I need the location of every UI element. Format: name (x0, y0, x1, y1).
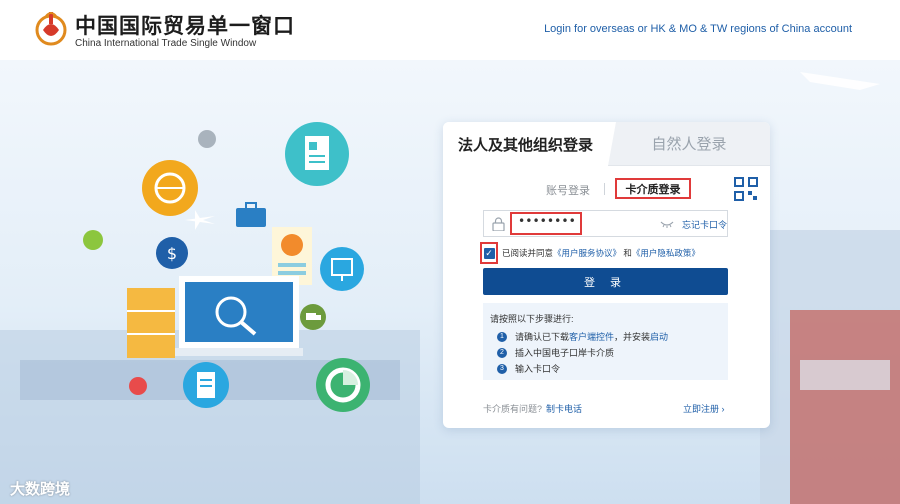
step-number: 1 (497, 331, 507, 342)
svg-text:$: $ (167, 244, 177, 263)
briefcase-icon (236, 202, 266, 227)
brand-subtitle: China International Trade Single Window (75, 38, 257, 49)
agreement-row: ✓ 已阅读并同意《用户服务协议》 和《用户隐私政策》 (480, 242, 740, 264)
register-link[interactable]: 立即注册 › (683, 402, 725, 415)
dollar-icon: $ (156, 237, 188, 269)
step-number: 3 (497, 363, 507, 374)
steps-title: 请按照以下步骤进行: (490, 314, 574, 324)
top-bar: 中国国际贸易单一窗口 China International Trade Sin… (0, 0, 900, 60)
donut-chart-icon (316, 358, 370, 412)
start-link[interactable]: 启动 (650, 330, 668, 343)
step-2: 2 插入中国电子口岸卡介质 (497, 346, 614, 359)
card-problem-text: 卡介质有问题? (483, 404, 543, 414)
laptop-map-icon (175, 276, 303, 356)
login-button[interactable]: 登 录 (483, 268, 728, 295)
login-card: 法人及其他组织登录 自然人登录 账号登录 卡介质登录 •••••••• 忘记卡口… (443, 122, 770, 428)
card-footer: 卡介质有问题? 制卡电话 立即注册 › (443, 401, 770, 417)
airplane-icon (185, 210, 215, 230)
privacy-policy-link[interactable]: 《用户隐私政策》 (632, 248, 700, 258)
card-phone-link[interactable]: 制卡电话 (546, 402, 582, 415)
step-3: 3 输入卡口令 (497, 362, 560, 375)
service-agreement-link[interactable]: 《用户服务协议》 (553, 248, 621, 258)
overseas-login-link[interactable]: Login for overseas or HK & MO & TW regio… (544, 23, 852, 35)
step-text: 请确认已下载 (515, 332, 570, 342)
lock-icon (492, 217, 505, 231)
login-steps-panel: 请按照以下步骤进行: 1 请确认已下载 客户端控件 ，并安装 启动 2 插入中国电子口… (483, 303, 728, 380)
method-divider (604, 183, 605, 195)
card-password-input[interactable]: •••••••• (510, 212, 582, 235)
agreement-and: 和 (623, 248, 632, 258)
agreement-text: 已阅读并同意《用户服务协议》 和《用户隐私政策》 (502, 247, 700, 259)
watermark: 大数跨境 (10, 481, 71, 498)
eye-closed-icon[interactable] (660, 220, 674, 228)
step-text: 输入卡口令 (515, 364, 561, 374)
forgot-password-link[interactable]: 忘记卡口令 (682, 218, 727, 231)
logo-icon (35, 12, 67, 46)
agreement-prefix: 已阅读并同意 (502, 248, 554, 258)
login-tabs: 法人及其他组织登录 自然人登录 (443, 122, 770, 166)
step-number: 2 (497, 347, 507, 358)
boxes-icon (127, 288, 175, 358)
client-control-link[interactable]: 客户端控件 (569, 330, 614, 343)
tab-individual-login[interactable]: 自然人登录 (608, 122, 770, 166)
presentation-icon (320, 247, 364, 291)
step-text: 插入中国电子口岸卡介质 (515, 348, 615, 358)
step-1: 1 请确认已下载 客户端控件 ，并安装 启动 (497, 330, 668, 343)
step-text: ，并安装 (614, 332, 651, 342)
card-login-option[interactable]: 卡介质登录 (615, 178, 691, 199)
login-method-switch: 账号登录 卡介质登录 (443, 178, 770, 200)
agree-checkbox[interactable]: ✓ (480, 242, 498, 264)
truck-icon (300, 304, 326, 330)
tab-organization-login[interactable]: 法人及其他组织登录 (443, 122, 608, 166)
document-icon (285, 122, 349, 186)
password-field-row: •••••••• 忘记卡口令 (483, 210, 728, 237)
account-login-option[interactable]: 账号登录 (546, 182, 590, 198)
clipboard-icon (183, 362, 229, 408)
brand-title: 中国国际贸易单一窗口 (75, 15, 295, 38)
checkmark-icon: ✓ (483, 247, 495, 259)
qr-code-icon[interactable] (734, 177, 758, 201)
